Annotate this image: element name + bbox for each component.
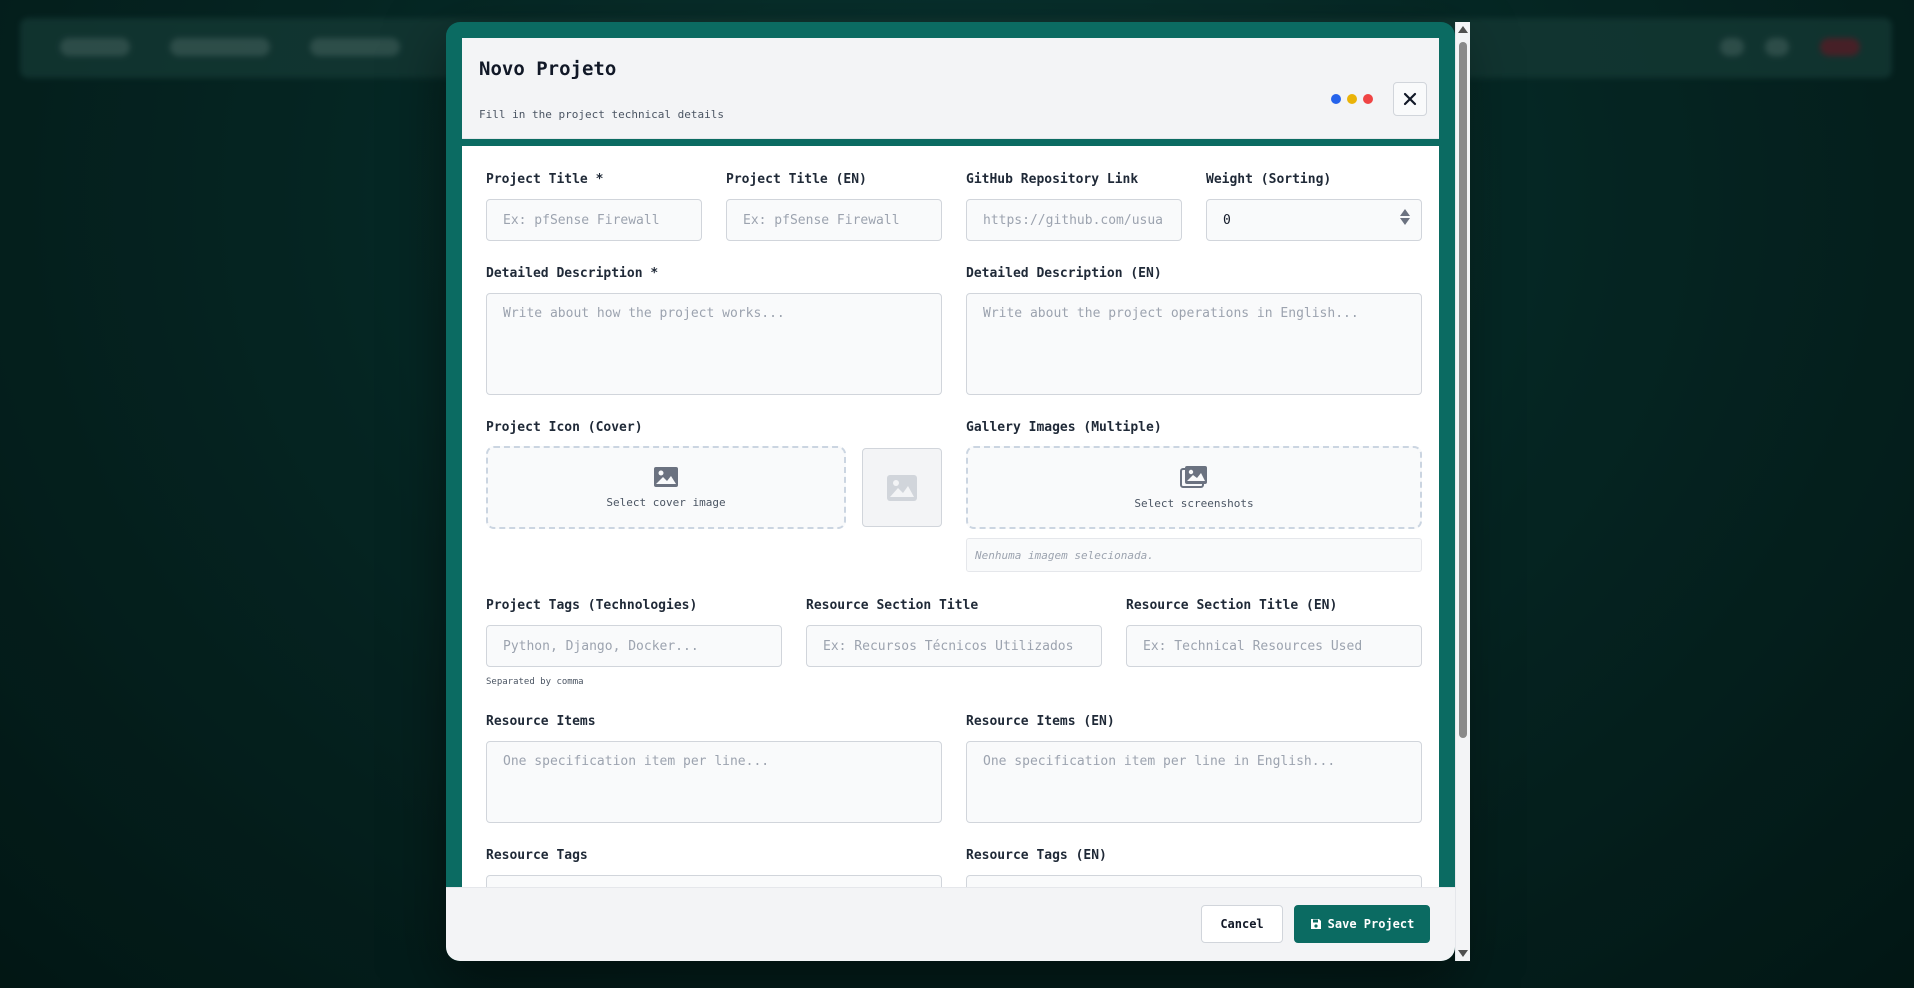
floppy-disk-icon [1310, 919, 1321, 929]
project-tags-group: Project Tags (Technologies) Separated by… [486, 598, 782, 687]
cover-image-dropzone[interactable]: Select cover image [486, 446, 846, 529]
modal-scrollbar[interactable] [1455, 22, 1470, 961]
description-label: Detailed Description * [486, 266, 659, 281]
images-icon [1180, 466, 1207, 488]
description-en-textarea[interactable] [966, 293, 1422, 395]
scroll-up-arrow-icon[interactable] [1458, 26, 1468, 33]
project-title-en-input[interactable] [726, 199, 942, 241]
description-en-group: Detailed Description (EN) [966, 266, 1422, 399]
modal-title: Novo Projeto [479, 58, 617, 80]
resource-tags-en-label: Resource Tags (EN) [966, 848, 1107, 863]
resource-section-title-en-label: Resource Section Title (EN) [1126, 598, 1338, 613]
resource-section-title-input[interactable] [806, 625, 1102, 667]
resource-items-en-label: Resource Items (EN) [966, 714, 1115, 729]
gallery-dropzone[interactable]: Select screenshots [966, 446, 1422, 529]
new-project-modal: Novo Projeto Fill in the project technic… [446, 22, 1455, 961]
resource-items-textarea[interactable] [486, 741, 942, 823]
yellow-dot [1347, 94, 1357, 104]
resource-items-en-textarea[interactable] [966, 741, 1422, 823]
project-title-label: Project Title * [486, 172, 604, 187]
project-title-en-label: Project Title (EN) [726, 172, 867, 187]
image-icon [654, 467, 678, 487]
scroll-down-arrow-icon[interactable] [1458, 950, 1468, 957]
weight-label: Weight (Sorting) [1206, 172, 1332, 187]
modal-body: Project Title * Project Title (EN) GitHu… [462, 146, 1439, 912]
cancel-button-label: Cancel [1220, 917, 1264, 931]
project-title-group: Project Title * [486, 172, 702, 241]
project-tags-label: Project Tags (Technologies) [486, 598, 698, 613]
cover-image-dropzone-text: Select cover image [606, 496, 726, 509]
resource-items-en-group: Resource Items (EN) [966, 714, 1422, 827]
github-link-group: GitHub Repository Link [966, 172, 1182, 241]
github-link-label: GitHub Repository Link [966, 172, 1139, 187]
save-project-button[interactable]: Save Project [1294, 905, 1430, 943]
github-link-input[interactable] [966, 199, 1182, 241]
red-dot [1363, 94, 1373, 104]
cover-image-preview [862, 448, 942, 527]
project-tags-hint: Separated by comma [486, 677, 584, 687]
weight-number-wrapper [1206, 199, 1422, 241]
project-title-en-group: Project Title (EN) [726, 172, 942, 241]
modal-header: Novo Projeto Fill in the project technic… [462, 38, 1439, 139]
description-textarea[interactable] [486, 293, 942, 395]
image-placeholder-icon [887, 474, 917, 501]
resource-items-label: Resource Items [486, 714, 596, 729]
description-en-label: Detailed Description (EN) [966, 266, 1162, 281]
weight-input[interactable] [1206, 199, 1422, 241]
modal-subtitle: Fill in the project technical details [479, 108, 725, 121]
blue-dot [1331, 94, 1341, 104]
scroll-thumb[interactable] [1459, 42, 1467, 738]
resource-section-title-group: Resource Section Title [806, 598, 1102, 667]
save-project-button-label: Save Project [1327, 917, 1415, 931]
resource-items-group: Resource Items [486, 714, 942, 827]
project-title-input[interactable] [486, 199, 702, 241]
spin-up-icon[interactable] [1400, 209, 1410, 216]
decorative-dots [1331, 94, 1373, 104]
resource-tags-label: Resource Tags [486, 848, 588, 863]
close-button[interactable] [1393, 82, 1427, 116]
resource-section-title-en-group: Resource Section Title (EN) [1126, 598, 1422, 667]
resource-section-title-label: Resource Section Title [806, 598, 979, 613]
gallery-dropzone-text: Select screenshots [1134, 497, 1254, 510]
description-group: Detailed Description * [486, 266, 942, 399]
x-icon [1403, 92, 1417, 106]
weight-spinner[interactable] [1400, 209, 1410, 225]
gallery-status: Nenhuma imagem selecionada. [966, 538, 1422, 572]
weight-group: Weight (Sorting) [1206, 172, 1422, 241]
gallery-label: Gallery Images (Multiple) [966, 420, 1162, 435]
spin-down-icon[interactable] [1400, 218, 1410, 225]
cancel-button[interactable]: Cancel [1201, 905, 1283, 943]
modal-footer: Cancel Save Project [446, 887, 1455, 961]
resource-section-title-en-input[interactable] [1126, 625, 1422, 667]
project-tags-input[interactable] [486, 625, 782, 667]
project-icon-label: Project Icon (Cover) [486, 420, 643, 435]
